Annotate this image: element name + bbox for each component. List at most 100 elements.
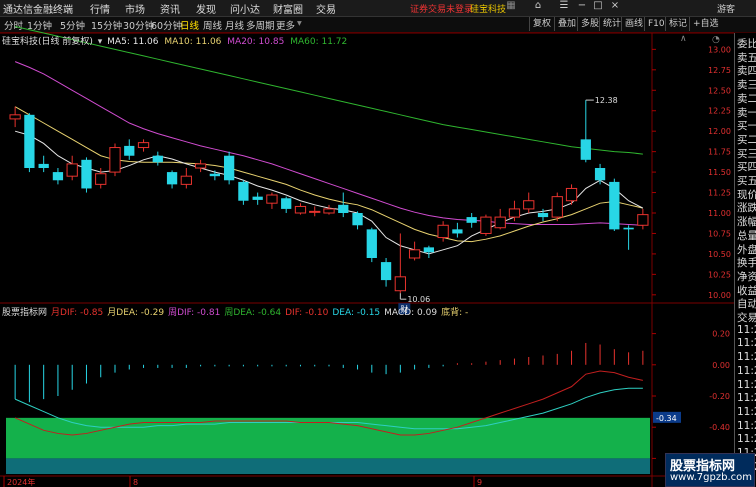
side-panel-item-29: 11:2 — [737, 433, 756, 446]
candle-body-40 — [580, 139, 591, 160]
indicator-value-7: MACD: 0.09 — [384, 308, 438, 318]
ma20-label: MA20: 10.85 — [227, 37, 285, 47]
candle-body-19 — [281, 198, 292, 209]
candle-body-16 — [238, 181, 249, 201]
indicator-value-8: 底背: - — [441, 308, 469, 318]
indicator-value-4: 周DEA: -0.64 — [224, 308, 282, 318]
indicator-value-5: DIF: -0.10 — [285, 308, 329, 318]
candle-body-5 — [81, 159, 92, 189]
time-label-0: 2024年 — [7, 477, 35, 487]
candle-body-33 — [480, 216, 492, 234]
price-tick-label-12: 13.00 — [708, 45, 731, 54]
indicator-value-1: 月DIF: -0.85 — [51, 308, 104, 318]
price-tick-label-1: 10.25 — [708, 270, 731, 279]
price-tick-label-5: 11.25 — [708, 189, 731, 198]
macd-tick-label-2: -0.20 — [709, 392, 730, 401]
candle-body-27 — [394, 276, 406, 292]
candle-body-28 — [408, 249, 421, 259]
time-label-1: 8 — [133, 478, 138, 487]
candle-body-25 — [366, 229, 377, 258]
kline-chart[interactable]: 10.00 10.25 10.50 10.75 11.00 11.25 11.50 11.75… — [0, 0, 734, 487]
candle-body-42 — [609, 181, 620, 230]
candle-body-20 — [294, 205, 307, 214]
candle-body-21 — [309, 210, 321, 213]
candle-body-35 — [508, 208, 521, 218]
candle-body-13 — [194, 163, 207, 169]
ma20-line — [14, 61, 643, 226]
price-tick-label-2: 10.50 — [708, 250, 731, 259]
price-tick-label-10: 12.50 — [708, 86, 731, 95]
price-tick-label-0: 10.00 — [708, 291, 731, 300]
settings-icon[interactable]: ◔ — [712, 35, 720, 45]
candle-body-18 — [266, 194, 278, 204]
collapse-icon[interactable]: ∧ — [680, 34, 687, 44]
ma5-line — [14, 130, 644, 255]
price-tick-label-8: 12.00 — [708, 127, 731, 136]
site-watermark: 股票指标网 www.7gpzb.com — [665, 453, 755, 487]
price-tick-label-3: 10.75 — [708, 229, 731, 238]
teal-zone — [6, 458, 650, 474]
chart-title: 硅宝科技(日线 前复权) — [2, 37, 93, 47]
candle-body-38 — [551, 196, 563, 218]
side-panel-item-22: 11:2 — [737, 337, 756, 350]
candle-body-8 — [124, 145, 135, 156]
price-tick-label-11: 12.75 — [708, 66, 731, 75]
side-panel-item-25: 11:2 — [737, 378, 756, 391]
candle-body-31 — [452, 229, 463, 234]
macd-tick-label-3: -0.40 — [709, 423, 730, 432]
indicator-value-2: 月DEA: -0.29 — [107, 308, 165, 318]
side-panel-item-23: 11:2 — [737, 351, 756, 364]
candle-body-0 — [9, 114, 21, 120]
candle-body-44 — [637, 214, 649, 226]
side-panel-item-24: 11:2 — [737, 364, 756, 377]
candle-body-37 — [537, 213, 549, 218]
candle-body-26 — [380, 262, 392, 281]
time-label-2: 9 — [477, 478, 482, 487]
indicator-header: 股票指标网 月DIF: -0.85 月DEA: -0.29 周DIF: -0.81 周D… — [2, 305, 472, 318]
side-panel-item-27: 11:2 — [737, 405, 756, 418]
candle-body-24 — [352, 213, 363, 226]
candle-body-41 — [594, 168, 606, 181]
indicator-value-6: DEA: -0.15 — [332, 308, 381, 318]
price-tick-label-4: 11.00 — [708, 209, 731, 218]
candle-body-7 — [109, 147, 121, 173]
candle-body-34 — [494, 216, 506, 229]
indicator-value-0: 股票指标网 — [2, 308, 48, 318]
macd-tick-label-1: 0.00 — [712, 361, 730, 370]
ma60-label: MA60: 11.72 — [290, 37, 348, 47]
price-tick-label-6: 11.50 — [708, 168, 731, 177]
green-zone — [6, 417, 650, 459]
chart-dropdown-icon[interactable]: ▾ — [98, 37, 103, 47]
candle-body-9 — [137, 142, 150, 149]
candle-body-32 — [466, 217, 477, 223]
ma10-line — [14, 106, 643, 243]
candle-body-17 — [252, 196, 263, 200]
candle-body-12 — [180, 175, 192, 185]
ma10-label: MA10: 11.06 — [164, 37, 222, 47]
high-annotation: 12.38 — [595, 96, 618, 105]
indicator-value-3: 周DIF: -0.81 — [168, 308, 221, 318]
candle-body-1 — [24, 114, 35, 168]
candle-body-6 — [95, 173, 107, 185]
candle-body-11 — [166, 172, 178, 185]
side-panel-item-21: 11:2 — [737, 323, 756, 336]
candle-body-22 — [323, 208, 335, 214]
candle-body-36 — [523, 200, 535, 210]
watermark-url: www.7gpzb.com — [670, 472, 752, 483]
candle-body-2 — [38, 163, 49, 168]
candle-body-4 — [66, 163, 78, 177]
price-tick-label-9: 12.25 — [708, 107, 731, 116]
crosshair-value: -0.34 — [656, 414, 677, 423]
candle-body-39 — [565, 187, 578, 202]
candle-body-15 — [223, 155, 235, 181]
low-annotation: 10.06 — [407, 295, 430, 304]
price-tick-label-7: 11.75 — [708, 148, 731, 157]
ma5-label: MA5: 11.06 — [107, 37, 159, 47]
side-panel-item-26: 11:2 — [737, 392, 756, 405]
macd-tick-label-0: 0.20 — [712, 330, 730, 339]
candle-body-3 — [52, 172, 64, 181]
candle-body-10 — [152, 155, 163, 163]
candle-body-29 — [423, 247, 435, 253]
candle-body-14 — [209, 173, 221, 177]
candle-body-23 — [338, 204, 349, 213]
